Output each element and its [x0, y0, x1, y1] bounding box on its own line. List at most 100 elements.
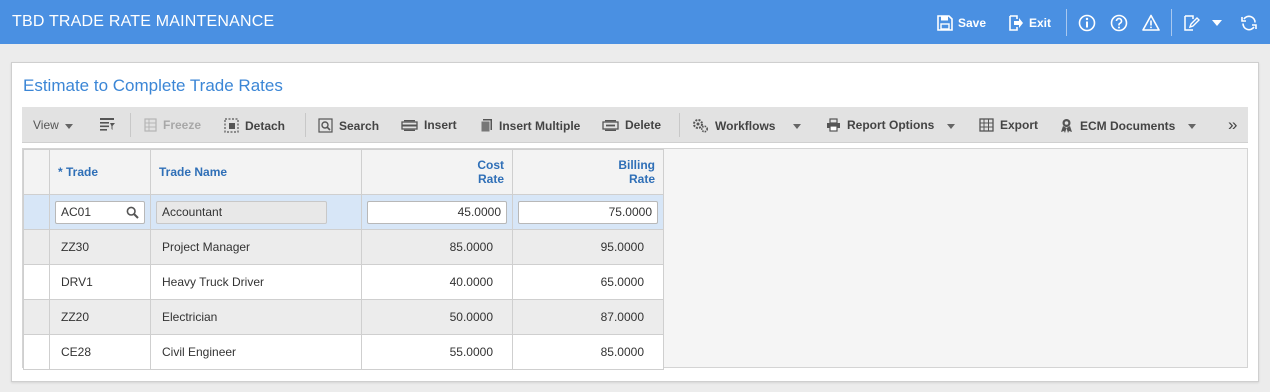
insert-multiple-icon	[480, 119, 492, 133]
info-icon[interactable]	[1077, 13, 1097, 33]
insert-multiple-label: Insert Multiple	[499, 118, 581, 133]
table-row[interactable]: ZZ30 Project Manager 85.0000 95.0000	[23, 229, 664, 265]
refresh-icon[interactable]	[1239, 13, 1259, 33]
printer-icon	[827, 118, 840, 132]
cost-rate-cell[interactable]: 55.0000	[361, 334, 513, 370]
insert-multiple-button[interactable]: Insert Multiple	[480, 118, 580, 133]
row-selector[interactable]	[23, 334, 50, 370]
billing-rate-input[interactable]: 75.0000	[518, 200, 658, 224]
workflows-button[interactable]: Workflows	[692, 118, 775, 133]
workflows-label: Workflows	[715, 118, 776, 133]
row-selector[interactable]	[23, 194, 50, 230]
column-settings-icon	[100, 118, 115, 131]
panel-title: Estimate to Complete Trade Rates	[23, 76, 283, 95]
exit-icon	[1009, 15, 1023, 31]
exit-button[interactable]: Exit	[1008, 14, 1051, 32]
view-label: View	[33, 118, 59, 132]
billing-rate-cell[interactable]: 95.0000	[512, 229, 664, 265]
help-icon[interactable]	[1109, 13, 1129, 33]
column-header-cost-rate[interactable]: Cost Rate	[361, 149, 513, 195]
trade-cell[interactable]: DRV1	[49, 264, 151, 300]
billing-rate-cell[interactable]: 85.0000	[512, 334, 664, 370]
trade-name-cell[interactable]: Project Manager	[150, 229, 362, 265]
delete-button[interactable]: Delete	[602, 118, 661, 132]
report-options-button[interactable]: Report Options	[826, 118, 934, 132]
cost-rate-header-line2: Rate	[477, 172, 504, 186]
toolbar-divider	[305, 113, 306, 137]
cost-rate-cell[interactable]: 40.0000	[361, 264, 513, 300]
billing-rate-header-line2: Rate	[628, 172, 655, 186]
delete-label: Delete	[625, 118, 662, 132]
overflow-chevron-icon: »	[1228, 115, 1238, 134]
trade-name-cell[interactable]: Electrician	[150, 299, 362, 335]
billing-rate-header-line1: Billing	[618, 158, 655, 172]
toolbar-overflow-button[interactable]: »	[1228, 115, 1237, 135]
trade-name-field: Accountant	[156, 200, 327, 224]
row-selector[interactable]	[23, 264, 50, 300]
workflows-icon	[693, 119, 709, 133]
trade-input-value: AC01	[61, 205, 92, 219]
cost-rate-cell[interactable]: 50.0000	[361, 299, 513, 335]
billing-rate-cell[interactable]: 87.0000	[512, 299, 664, 335]
insert-label: Insert	[424, 118, 457, 132]
view-menu[interactable]: View	[33, 118, 59, 132]
trade-cell[interactable]: ZZ20	[49, 299, 151, 335]
table-row[interactable]: DRV1 Heavy Truck Driver 40.0000 65.0000	[23, 264, 664, 300]
divider	[1066, 9, 1067, 36]
column-header-trade-name[interactable]: Trade Name	[150, 149, 362, 195]
billing-rate-cell[interactable]: 65.0000	[512, 264, 664, 300]
cost-rate-cell[interactable]: 85.0000	[361, 229, 513, 265]
freeze-label: Freeze	[163, 118, 202, 132]
notes-dropdown-caret[interactable]	[1207, 13, 1227, 33]
trade-name-cell[interactable]: Civil Engineer	[150, 334, 362, 370]
detach-button[interactable]: Detach	[224, 118, 285, 133]
row-selector[interactable]	[23, 299, 50, 335]
cost-rate-header-line1: Cost	[477, 158, 504, 172]
table-header-row: * Trade Trade Name Cost Rate Billing Rat…	[23, 149, 664, 195]
warning-icon[interactable]	[1141, 13, 1161, 33]
row-selector[interactable]	[23, 229, 50, 265]
table-row-editing[interactable]: AC01 Accountant 45.0000 75.0000	[23, 194, 664, 230]
cost-rate-value: 45.0000	[457, 205, 501, 219]
insert-button[interactable]: Insert	[401, 118, 457, 132]
insert-icon	[401, 119, 418, 131]
detach-icon	[224, 118, 239, 133]
toolbar-divider	[679, 113, 680, 137]
search-label: Search	[339, 118, 380, 133]
trade-cell[interactable]: CE28	[49, 334, 151, 370]
trade-input[interactable]: AC01	[55, 200, 145, 224]
table-row[interactable]: CE28 Civil Engineer 55.0000 85.0000	[23, 334, 664, 370]
save-label: Save	[958, 16, 987, 30]
save-icon	[937, 15, 953, 31]
grid-toolbar: View Freeze Detach Search Insert Insert …	[22, 107, 1248, 143]
toolbar-divider	[130, 113, 131, 137]
export-button[interactable]: Export	[979, 118, 1038, 132]
table-row[interactable]: ZZ20 Electrician 50.0000 87.0000	[23, 299, 664, 335]
column-header-trade[interactable]: * Trade	[49, 149, 151, 195]
trade-rates-grid: * Trade Trade Name Cost Rate Billing Rat…	[22, 148, 1248, 370]
row-selector-header[interactable]	[23, 149, 50, 195]
cost-rate-input[interactable]: 45.0000	[367, 200, 507, 224]
edit-note-icon[interactable]	[1181, 13, 1201, 33]
ecm-documents-button[interactable]: ECM Documents	[1059, 118, 1175, 133]
exit-label: Exit	[1029, 16, 1052, 30]
column-filter-button[interactable]	[99, 117, 115, 132]
save-button[interactable]: Save	[937, 14, 986, 32]
search-button[interactable]: Search	[318, 118, 379, 133]
column-header-billing-rate[interactable]: Billing Rate	[512, 149, 664, 195]
title-bar: TBD TRADE RATE MAINTENANCE Save Exit	[0, 0, 1270, 44]
trade-cell[interactable]: ZZ30	[49, 229, 151, 265]
billing-rate-value: 75.0000	[608, 205, 652, 219]
workflows-caret-icon[interactable]	[793, 124, 801, 129]
trade-rates-panel: Estimate to Complete Trade Rates View Fr…	[11, 62, 1259, 382]
view-caret-icon[interactable]	[65, 124, 73, 129]
freeze-button[interactable]: Freeze	[144, 118, 201, 132]
report-options-label: Report Options	[847, 118, 935, 132]
delete-icon	[602, 119, 619, 131]
freeze-icon	[144, 118, 157, 132]
ecm-documents-caret-icon[interactable]	[1188, 124, 1196, 129]
trade-name-cell[interactable]: Heavy Truck Driver	[150, 264, 362, 300]
report-options-caret-icon[interactable]	[947, 124, 955, 129]
search-icon[interactable]	[126, 206, 139, 219]
export-label: Export	[1000, 118, 1039, 132]
